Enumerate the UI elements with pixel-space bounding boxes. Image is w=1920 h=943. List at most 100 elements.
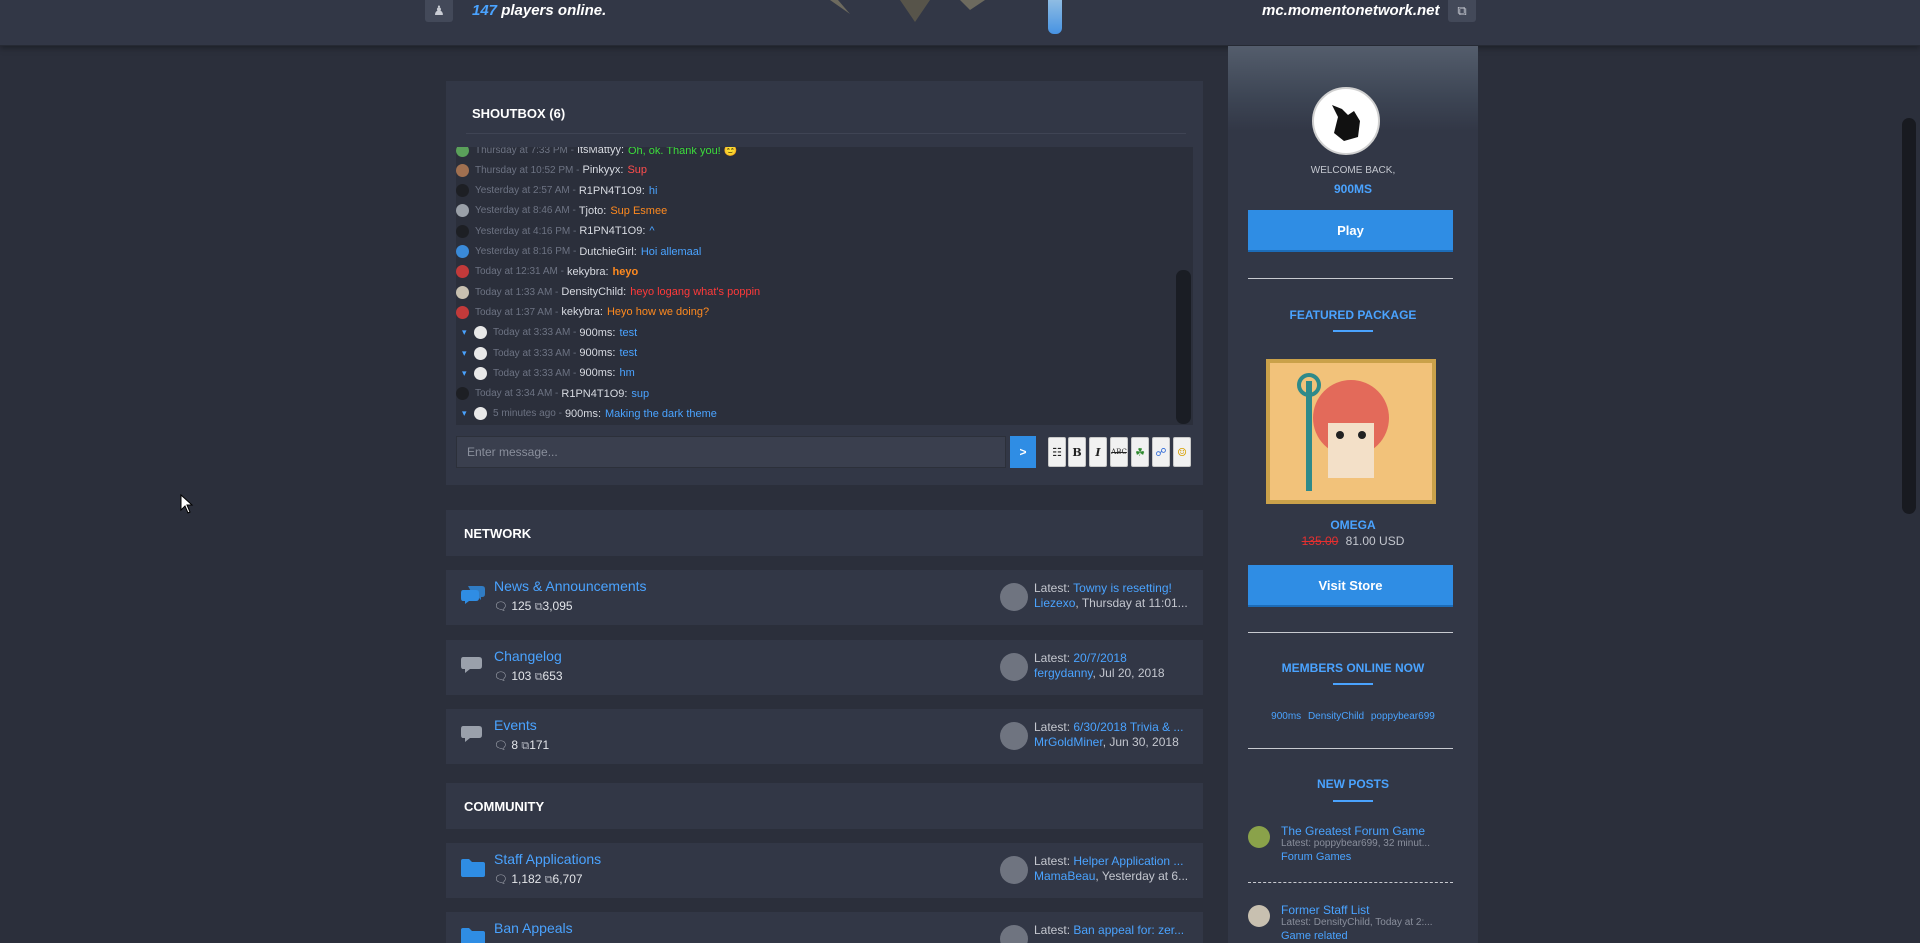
- avatar[interactable]: [456, 163, 469, 177]
- message-user[interactable]: 900ms:: [565, 408, 601, 420]
- strikethrough-tool-button[interactable]: ABC: [1110, 437, 1128, 467]
- latest-thread-link[interactable]: 20/7/2018: [1073, 651, 1126, 665]
- node-stats: 🗨 103 ⧉653: [494, 669, 563, 684]
- avatar[interactable]: [474, 407, 487, 421]
- site-header: ♟ 147 players online. mc.momentonetwork.…: [0, 0, 1920, 46]
- node-latest: Latest: 20/7/2018 fergydanny, Jul 20, 201…: [1034, 651, 1194, 681]
- link-tool-button[interactable]: ☍: [1152, 437, 1170, 467]
- message-user[interactable]: R1PN4T1O9:: [561, 388, 627, 400]
- avatar[interactable]: [1000, 925, 1028, 943]
- shoutbox-messages[interactable]: Thursday at 7:33 PM - ItsMattyy: Oh, ok. T…: [456, 147, 1193, 425]
- message-user[interactable]: Pinkyyx:: [583, 164, 624, 176]
- server-address[interactable]: mc.momentonetwork.net: [1262, 2, 1440, 19]
- section-heading[interactable]: COMMUNITY: [446, 783, 1203, 829]
- avatar[interactable]: [474, 346, 487, 360]
- message-user[interactable]: kekybra:: [567, 266, 609, 278]
- node-title[interactable]: Staff Applications: [494, 851, 601, 867]
- smilies-tool-button[interactable]: ☷: [1048, 437, 1066, 467]
- message-user[interactable]: R1PN4T1O9:: [579, 185, 645, 197]
- message-user[interactable]: 900ms:: [579, 367, 615, 379]
- chevron-down-icon[interactable]: ▾: [462, 327, 470, 338]
- new-post-title[interactable]: Former Staff List: [1281, 903, 1369, 917]
- node-latest: Latest: Ban appeal for: zer...: [1034, 923, 1194, 938]
- chevron-down-icon[interactable]: ▾: [462, 368, 470, 379]
- node-title[interactable]: Events: [494, 717, 537, 733]
- avatar[interactable]: [474, 326, 487, 340]
- latest-label: Latest:: [1034, 651, 1071, 665]
- message-user[interactable]: R1PN4T1O9:: [579, 225, 645, 237]
- latest-thread-link[interactable]: Ban appeal for: zer...: [1073, 923, 1184, 937]
- italic-tool-button[interactable]: I: [1089, 437, 1107, 467]
- latest-label: Latest:: [1034, 581, 1071, 595]
- featured-package-heading: FEATURED PACKAGE: [1289, 308, 1417, 322]
- shoutbox-scrollbar[interactable]: [1176, 270, 1191, 424]
- latest-user-link[interactable]: fergydanny: [1034, 666, 1092, 680]
- latest-user-link[interactable]: MamaBeau: [1034, 869, 1095, 883]
- message-text: Oh, ok. Thank you! 😇: [628, 147, 738, 157]
- message-user[interactable]: 900ms:: [579, 327, 615, 339]
- folder-icon: [460, 926, 486, 943]
- welcome-text: WELCOME BACK,: [1310, 165, 1396, 176]
- shoutbox-input[interactable]: Enter message...: [456, 436, 1006, 468]
- new-post-forum[interactable]: Forum Games: [1281, 851, 1351, 863]
- latest-user-link[interactable]: MrGoldMiner: [1034, 735, 1103, 749]
- avatar[interactable]: [456, 387, 469, 401]
- avatar[interactable]: [1000, 583, 1028, 611]
- section-heading[interactable]: NETWORK: [446, 510, 1203, 556]
- emoji-tool-button[interactable]: ☺: [1173, 437, 1191, 467]
- avatar[interactable]: [456, 147, 469, 157]
- messages-count: 6,707: [552, 872, 583, 886]
- avatar[interactable]: [1248, 905, 1270, 927]
- package-name[interactable]: OMEGA: [1228, 518, 1478, 532]
- bold-tool-button[interactable]: B: [1068, 437, 1086, 467]
- member-link[interactable]: poppybear699: [1371, 711, 1435, 722]
- shoutbox: SHOUTBOX (6) Thursday at 7:33 PM - ItsMat…: [446, 81, 1203, 485]
- latest-user-link[interactable]: Liezexo: [1034, 596, 1075, 610]
- avatar[interactable]: [474, 366, 487, 380]
- image-tool-button[interactable]: ☘: [1131, 437, 1149, 467]
- avatar[interactable]: [456, 184, 469, 198]
- comment-icon: 🗨: [494, 874, 508, 886]
- message-time: Today at 1:33 AM -: [475, 286, 559, 298]
- member-link[interactable]: DensityChild: [1308, 711, 1364, 722]
- avatar[interactable]: [456, 305, 469, 319]
- message-user[interactable]: DensityChild:: [561, 286, 626, 298]
- latest-thread-link[interactable]: 6/30/2018 Trivia & ...: [1073, 720, 1183, 734]
- avatar[interactable]: [456, 245, 469, 258]
- visit-store-button[interactable]: Visit Store: [1248, 565, 1453, 607]
- message-user[interactable]: ItsMattyy:: [577, 147, 624, 156]
- users-icon[interactable]: ♟: [425, 0, 453, 22]
- avatar[interactable]: [456, 285, 469, 299]
- forum-node: Changelog 🗨 103 ⧉653 Latest: 20/7/2018 ferg…: [446, 640, 1203, 695]
- new-post-meta: Latest: DensityChild, Today at 2:...: [1281, 917, 1433, 928]
- chevron-down-icon[interactable]: ▾: [462, 348, 470, 359]
- avatar[interactable]: [456, 204, 469, 218]
- avatar[interactable]: [1312, 87, 1380, 155]
- new-post-title[interactable]: The Greatest Forum Game: [1281, 824, 1425, 838]
- message-user[interactable]: kekybra:: [561, 306, 603, 318]
- message-text: Hoi allemaal: [640, 245, 702, 258]
- node-title[interactable]: News & Announcements: [494, 578, 647, 594]
- play-button[interactable]: Play: [1248, 210, 1453, 252]
- message-user[interactable]: DutchieGirl:: [579, 246, 636, 258]
- latest-thread-link[interactable]: Helper Application ...: [1073, 854, 1183, 868]
- message-user[interactable]: 900ms:: [579, 347, 615, 359]
- node-title[interactable]: Changelog: [494, 648, 562, 664]
- member-link[interactable]: 900ms: [1271, 711, 1301, 722]
- avatar[interactable]: [456, 265, 469, 279]
- username[interactable]: 900MS: [1228, 182, 1478, 196]
- copy-icon[interactable]: ⧉: [1448, 0, 1476, 22]
- package-image[interactable]: [1266, 359, 1436, 504]
- avatar[interactable]: [1000, 722, 1028, 750]
- page-scrollbar[interactable]: [1902, 118, 1916, 514]
- message-user[interactable]: Tjoto:: [579, 205, 607, 217]
- new-post-forum[interactable]: Game related: [1281, 930, 1348, 942]
- avatar[interactable]: [456, 224, 469, 238]
- chevron-down-icon[interactable]: ▾: [462, 408, 470, 419]
- node-title[interactable]: Ban Appeals: [494, 920, 573, 936]
- send-button[interactable]: >: [1010, 436, 1036, 468]
- avatar[interactable]: [1248, 826, 1270, 848]
- avatar[interactable]: [1000, 653, 1028, 681]
- latest-thread-link[interactable]: Towny is resetting!: [1073, 581, 1172, 595]
- avatar[interactable]: [1000, 856, 1028, 884]
